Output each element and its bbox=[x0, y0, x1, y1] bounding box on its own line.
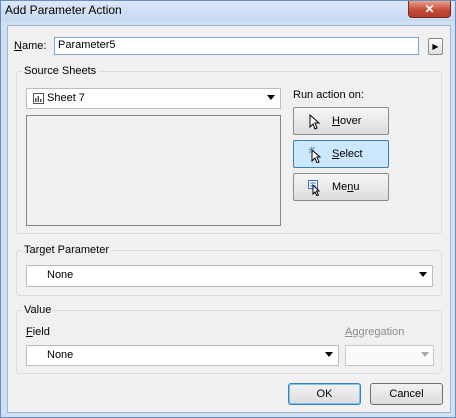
source-sheet-select[interactable]: Sheet 7 bbox=[26, 88, 281, 109]
field-label: Field bbox=[26, 326, 50, 338]
source-sheet-value: Sheet 7 bbox=[47, 92, 85, 104]
worksheet-icon bbox=[33, 93, 44, 104]
name-label: Name: bbox=[14, 40, 47, 52]
source-sheets-list[interactable] bbox=[26, 115, 281, 226]
cancel-button[interactable]: Cancel bbox=[370, 383, 443, 405]
triangle-right-icon: ▶ bbox=[432, 42, 439, 51]
dialog-body: Name: Parameter5 ▶ Source Sheets Sheet 7… bbox=[7, 25, 451, 413]
target-parameter-select[interactable]: None bbox=[26, 265, 433, 287]
target-parameter-value: None bbox=[47, 269, 74, 281]
run-action-label: Run action on: bbox=[293, 89, 364, 101]
select-label: Select bbox=[332, 148, 363, 160]
ok-button[interactable]: OK bbox=[288, 383, 361, 405]
title-bar[interactable]: Add Parameter Action ✕ bbox=[1, 1, 455, 21]
close-icon: ✕ bbox=[424, 2, 435, 16]
value-title: Value bbox=[22, 304, 54, 316]
click-pointer-icon bbox=[308, 147, 322, 163]
field-value: None bbox=[47, 349, 74, 361]
close-button[interactable]: ✕ bbox=[408, 1, 451, 18]
aggregation-select bbox=[345, 345, 434, 366]
menu-pointer-icon bbox=[308, 180, 321, 196]
name-value: Parameter5 bbox=[58, 39, 116, 51]
chevron-down-icon bbox=[325, 352, 333, 357]
target-parameter-title: Target Parameter bbox=[22, 244, 111, 256]
menu-label: Menu bbox=[332, 181, 360, 193]
aggregation-label: Aggregation bbox=[345, 326, 405, 338]
dialog-window: Add Parameter Action ✕ Name: Parameter5 … bbox=[0, 0, 456, 418]
name-input[interactable]: Parameter5 bbox=[54, 37, 419, 55]
menu-button[interactable]: Menu bbox=[293, 173, 389, 201]
chevron-down-icon bbox=[267, 95, 275, 100]
hover-label: Hover bbox=[332, 115, 362, 127]
chevron-down-icon bbox=[419, 272, 427, 277]
pointer-icon bbox=[309, 114, 321, 130]
dialog-title: Add Parameter Action bbox=[5, 3, 122, 17]
field-select[interactable]: None bbox=[26, 345, 339, 366]
source-sheets-title: Source Sheets bbox=[22, 65, 99, 77]
name-menu-button[interactable]: ▶ bbox=[428, 38, 443, 55]
hover-button[interactable]: Hover bbox=[293, 107, 389, 135]
chevron-down-icon bbox=[421, 352, 429, 357]
select-button[interactable]: Select bbox=[293, 140, 389, 168]
